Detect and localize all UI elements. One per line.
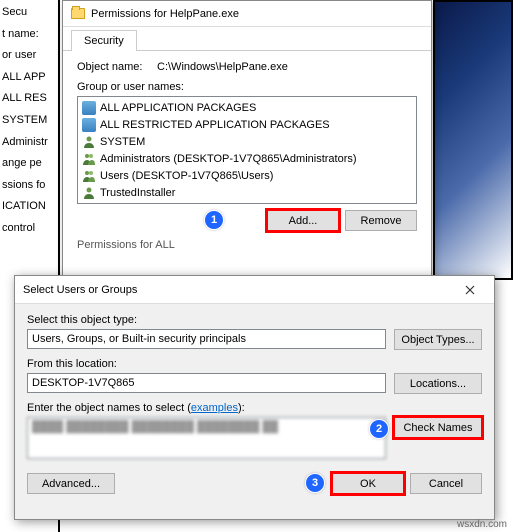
locations-button[interactable]: Locations...	[394, 373, 482, 394]
package-icon	[82, 101, 96, 115]
list-item[interactable]: ALL RESTRICTED APPLICATION PACKAGES	[80, 116, 414, 133]
callout-2: 2	[370, 420, 388, 438]
examples-link[interactable]: examples	[191, 402, 238, 414]
group-user-list[interactable]: ALL APPLICATION PACKAGES ALL RESTRICTED …	[77, 96, 417, 204]
object-type-field: Users, Groups, or Built-in security prin…	[27, 329, 386, 349]
titlebar[interactable]: Permissions for HelpPane.exe	[63, 1, 431, 27]
object-types-button[interactable]: Object Types...	[394, 329, 482, 350]
close-icon	[465, 285, 475, 295]
group-icon	[82, 169, 96, 183]
tab-bar: Security	[63, 27, 431, 51]
remove-button[interactable]: Remove	[345, 210, 417, 231]
user-icon	[82, 186, 96, 200]
object-names-input[interactable]: ████ ████████ ████████ ████████ ██	[27, 417, 386, 459]
group-icon	[82, 152, 96, 166]
object-type-label: Select this object type:	[27, 314, 386, 326]
add-button[interactable]: Add...	[267, 210, 339, 231]
list-item[interactable]: TrustedInstaller	[80, 184, 414, 201]
list-item[interactable]: ALL APPLICATION PACKAGES	[80, 99, 414, 116]
location-label: From this location:	[27, 358, 386, 370]
list-item[interactable]: Users (DESKTOP-1V7Q865\Users)	[80, 167, 414, 184]
list-item[interactable]: Administrators (DESKTOP-1V7Q865\Administ…	[80, 150, 414, 167]
permissions-dialog: Permissions for HelpPane.exe Security Ob…	[62, 0, 432, 280]
callout-3: 3	[306, 474, 324, 492]
group-user-label: Group or user names:	[77, 81, 417, 93]
background-decoration	[433, 0, 513, 280]
advanced-button[interactable]: Advanced...	[27, 473, 115, 494]
window-title: Permissions for HelpPane.exe	[91, 8, 239, 20]
permissions-for-label: Permissions for ALL	[77, 239, 417, 251]
select-users-dialog: Select Users or Groups Select this objec…	[14, 275, 495, 520]
watermark-text: wsxdn.com	[457, 519, 507, 530]
object-name-value: C:\Windows\HelpPane.exe	[157, 61, 288, 73]
list-item[interactable]: SYSTEM	[80, 133, 414, 150]
check-names-button[interactable]: Check Names	[394, 417, 482, 438]
package-icon	[82, 118, 96, 132]
window-title: Select Users or Groups	[23, 284, 137, 296]
object-name-label: Object name:	[77, 61, 157, 73]
user-icon	[82, 135, 96, 149]
ok-button[interactable]: OK	[332, 473, 404, 494]
enter-names-label: Enter the object names to select (exampl…	[27, 402, 386, 414]
cancel-button[interactable]: Cancel	[410, 473, 482, 494]
callout-1: 1	[205, 211, 223, 229]
tab-security[interactable]: Security	[71, 30, 137, 51]
close-button[interactable]	[454, 280, 486, 300]
location-field: DESKTOP-1V7Q865	[27, 373, 386, 393]
folder-icon	[71, 8, 85, 19]
titlebar[interactable]: Select Users or Groups	[15, 276, 494, 304]
